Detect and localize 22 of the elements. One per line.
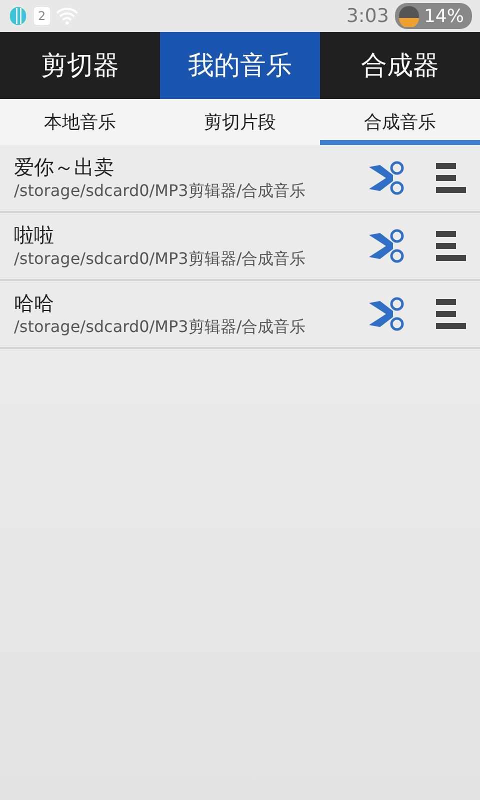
clock: 3:03 <box>346 5 389 27</box>
file-path: /storage/sdcard0/MP3剪辑器/合成音乐 <box>14 317 307 338</box>
file-path: /storage/sdcard0/MP3剪辑器/合成音乐 <box>14 181 307 202</box>
sub-tab[interactable]: 剪切片段 <box>160 99 320 145</box>
tab[interactable]: 合成器 <box>320 32 480 99</box>
sub-tab[interactable]: 本地音乐 <box>0 99 160 145</box>
song-title: 爱你～出卖 <box>14 154 115 181</box>
sim-badge: 2 <box>34 7 50 25</box>
tab[interactable]: 我的音乐 <box>160 32 320 99</box>
menu-icon[interactable] <box>436 230 466 262</box>
app-icon <box>8 5 28 27</box>
file-path: /storage/sdcard0/MP3剪辑器/合成音乐 <box>14 249 307 270</box>
menu-icon[interactable] <box>436 298 466 330</box>
battery-indicator: 14% <box>394 3 472 29</box>
song-title: 哈哈 <box>14 290 55 317</box>
battery-icon <box>398 5 420 27</box>
menu-icon[interactable] <box>436 162 466 194</box>
song-title: 啦啦 <box>14 222 55 249</box>
scissors-icon[interactable] <box>368 229 406 263</box>
scissors-icon[interactable] <box>368 297 406 331</box>
scissors-icon[interactable] <box>368 161 406 195</box>
tab[interactable]: 剪切器 <box>0 32 160 99</box>
